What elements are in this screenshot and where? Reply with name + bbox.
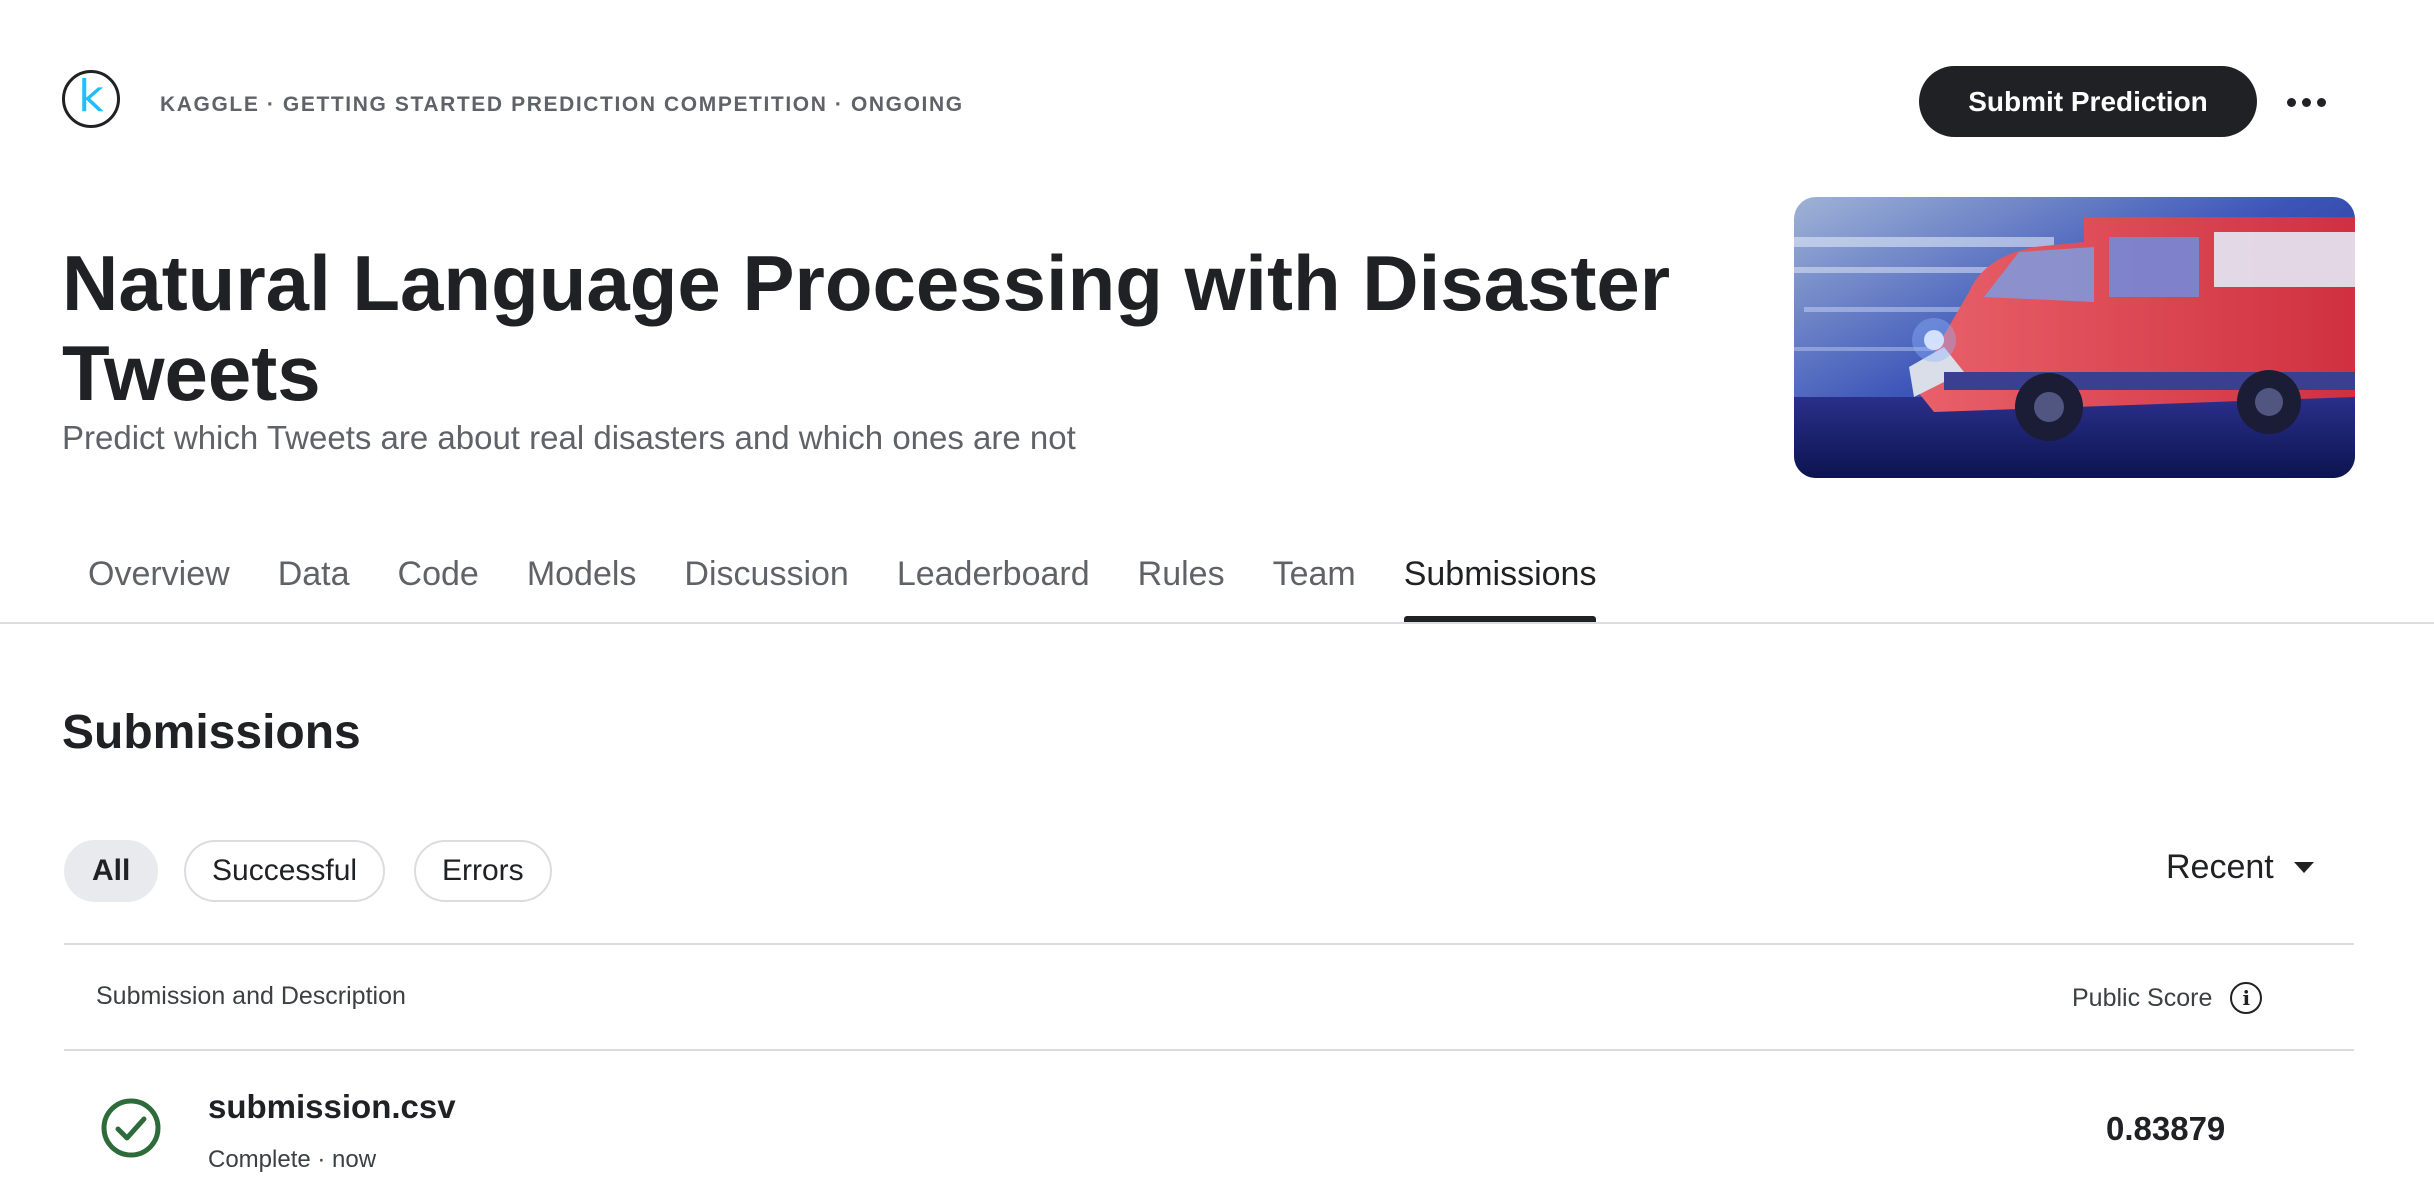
tab-discussion[interactable]: Discussion [660,540,872,622]
filter-successful-chip[interactable]: Successful [184,840,386,902]
competition-tabs: Overview Data Code Models Discussion Lea… [64,540,1620,622]
tabs-divider [0,622,2434,624]
sort-label: Recent [2166,848,2274,886]
competition-banner-image [1794,197,2355,478]
public-score-label: Public Score [2072,983,2213,1012]
filter-all-chip[interactable]: All [64,840,159,902]
table-header-divider [64,1049,2354,1051]
public-score-value: 0.83879 [2106,1110,2226,1147]
caret-down-icon [2293,862,2314,873]
submission-status: Complete · now [208,1146,377,1173]
filter-errors-chip[interactable]: Errors [414,840,552,902]
kaggle-logo-letter: k [78,71,104,122]
tab-leaderboard[interactable]: Leaderboard [873,540,1114,622]
info-icon[interactable]: i [2230,982,2263,1014]
more-options-icon[interactable] [2280,76,2332,128]
tab-models[interactable]: Models [503,540,661,622]
tab-data[interactable]: Data [254,540,374,622]
kaggle-logo[interactable]: k [62,70,120,128]
tab-submissions[interactable]: Submissions [1380,540,1621,622]
submit-prediction-button[interactable]: Submit Prediction [1919,66,2257,137]
tab-team[interactable]: Team [1249,540,1380,622]
page-subtitle: Predict which Tweets are about real disa… [62,419,1076,456]
tab-rules[interactable]: Rules [1114,540,1249,622]
column-header-submission: Submission and Description [96,982,406,1010]
section-heading: Submissions [62,706,361,759]
submission-file-name[interactable]: submission.csv [208,1088,456,1126]
tab-overview[interactable]: Overview [64,540,254,622]
tab-code[interactable]: Code [374,540,503,622]
page-title: Natural Language Processing with Disaste… [62,239,1671,417]
competition-breadcrumb: KAGGLE · GETTING STARTED PREDICTION COMP… [160,93,964,116]
column-header-public-score: Public Score i [2072,982,2263,1014]
check-circle-icon [101,1098,161,1158]
sort-dropdown[interactable]: Recent [2166,848,2314,887]
table-top-divider [64,943,2354,945]
